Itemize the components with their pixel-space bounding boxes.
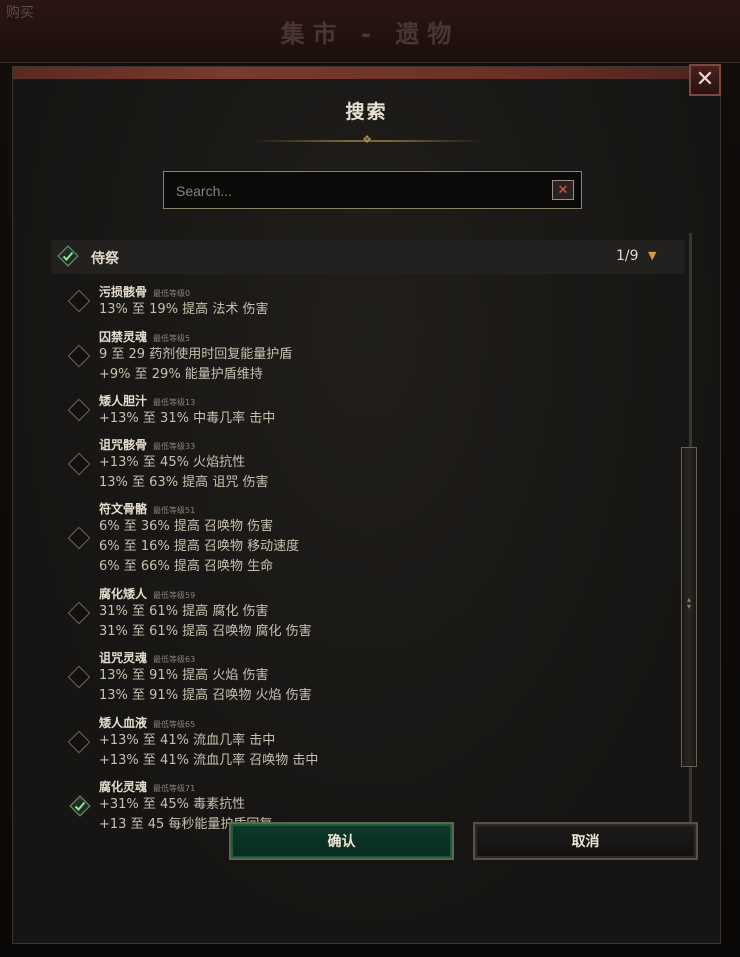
- chevron-down-icon[interactable]: ▼: [648, 249, 660, 263]
- list-item[interactable]: 符文骨骼 最低等级51 6% 至 36% 提高 召唤物 伤害 6% 至 16% 提高 …: [65, 500, 665, 576]
- search-input[interactable]: [174, 172, 548, 210]
- checkbox-icon[interactable]: [67, 730, 91, 754]
- item-name-text: 符文骨骼: [99, 502, 148, 516]
- scroll-grip-icon: ▴ ▾: [686, 595, 691, 611]
- item-name-text: 污损骸骨: [99, 285, 148, 299]
- item-modifier: 6% 至 16% 提高 召唤物 移动速度: [99, 539, 300, 554]
- list-item[interactable]: 诅咒骸骨 最低等级33 +13% 至 45% 火焰抗性 13% 至 63% 提高 诅咒…: [65, 436, 665, 492]
- item-modifier: +13% 至 41% 流血几率 击中: [99, 733, 276, 748]
- item-min-level: 最低等级33: [153, 442, 196, 451]
- item-modifier: 13% 至 19% 提高 法术 伤害: [99, 302, 269, 317]
- item-min-level: 最低等级51: [153, 506, 196, 515]
- item-min-level: 最低等级13: [153, 398, 196, 407]
- item-min-level: 最低等级65: [153, 720, 196, 729]
- modal-title: 搜索: [345, 101, 388, 123]
- item-min-level: 最低等级71: [153, 784, 196, 793]
- search-modal: 搜索 ❖ ✕ 侍祭 1/9 ▼ 污损骸骨最低等级0 13% 至 19% 提高 法术…: [12, 66, 721, 944]
- close-button[interactable]: ✕: [689, 64, 721, 96]
- item-modifier: 13% 至 91% 提高 火焰 伤害: [99, 668, 269, 683]
- item-min-level: 最低等级59: [153, 591, 196, 600]
- checkbox-icon[interactable]: [67, 601, 91, 625]
- confirm-button-label: 确认: [327, 834, 356, 850]
- item-modifier: 31% 至 61% 提高 召唤物 腐化 伤害: [99, 624, 312, 639]
- item-min-level: 最低等级0: [153, 289, 191, 298]
- category-count: 1/9: [616, 248, 639, 264]
- category-checkbox-checked-icon[interactable]: [57, 245, 79, 267]
- item-modifier: 6% 至 66% 提高 召唤物 生命: [99, 559, 274, 574]
- close-icon: ✕: [695, 67, 715, 92]
- ornament-icon: ❖: [362, 133, 372, 146]
- item-min-level: 最低等级63: [153, 655, 196, 664]
- list-item[interactable]: 囚禁灵魂 最低等级5 9 至 29 药剂使用时回复能量护盾 +9% 至 29% 能量护…: [65, 328, 665, 384]
- checkbox-icon[interactable]: [67, 452, 91, 476]
- checkbox-icon[interactable]: [67, 398, 91, 422]
- item-modifier: +13% 至 31% 中毒几率 击中: [99, 411, 276, 426]
- list-item[interactable]: 诅咒灵魂 最低等级63 13% 至 91% 提高 火焰 伤害 13% 至 91% 提高…: [65, 649, 665, 705]
- clear-icon: ✕: [557, 182, 569, 198]
- item-name-text: 腐化灵魂: [99, 780, 148, 794]
- item-modifier: +13% 至 45% 火焰抗性: [99, 455, 246, 470]
- checkbox-checked-icon[interactable]: [69, 795, 91, 817]
- list-item[interactable]: 矮人血液 最低等级65 +13% 至 41% 流血几率 击中 +13% 至 41% 流…: [65, 714, 665, 770]
- clear-search-button[interactable]: ✕: [552, 180, 574, 200]
- list-item[interactable]: 矮人胆汁 最低等级13 +13% 至 31% 中毒几率 击中: [65, 392, 665, 428]
- item-name-text: 矮人血液: [99, 716, 148, 730]
- checkbox-icon[interactable]: [67, 289, 91, 313]
- background-title: 集市 - 遗物: [280, 20, 460, 48]
- item-modifier: +13% 至 41% 流血几率 召唤物 击中: [99, 753, 319, 768]
- item-modifier: 13% 至 91% 提高 召唤物 火焰 伤害: [99, 688, 312, 703]
- scrollbar-thumb[interactable]: ▴ ▾: [681, 447, 697, 767]
- item-name-text: 诅咒骸骨: [99, 438, 148, 452]
- item-min-level: 最低等级5: [153, 334, 191, 343]
- checkbox-icon[interactable]: [67, 526, 91, 550]
- checkbox-icon[interactable]: [67, 344, 91, 368]
- list-item[interactable]: 污损骸骨 最低等级0 13% 至 19% 提高 法术 伤害: [65, 283, 665, 319]
- item-modifier: 13% 至 63% 提高 诅咒 伤害: [99, 475, 269, 490]
- list-item[interactable]: 腐化矮人 最低等级59 31% 至 61% 提高 腐化 伤害 31% 至 61% 提高…: [65, 585, 665, 641]
- category-row-acolyte[interactable]: 侍祭 1/9 ▼: [51, 240, 685, 274]
- search-box: ✕: [163, 171, 582, 210]
- item-name-text: 腐化矮人: [99, 587, 148, 601]
- item-name-text: 囚禁灵魂: [99, 330, 148, 344]
- page: 购买 集市 - 遗物 搜索 ❖ ✕ 侍祭 1/9 ▼ 污损骸骨最低等级0 13% …: [0, 0, 740, 957]
- item-modifier: 9 至 29 药剂使用时回复能量护盾: [99, 347, 293, 362]
- item-name-text: 矮人胆汁: [99, 394, 148, 408]
- confirm-button[interactable]: 确认: [229, 822, 454, 860]
- item-name-text: 诅咒灵魂: [99, 651, 148, 665]
- background-header: 购买 集市 - 遗物: [0, 0, 740, 63]
- cancel-button-label: 取消: [571, 834, 600, 850]
- item-modifier: 6% 至 36% 提高 召唤物 伤害: [99, 519, 274, 534]
- category-label: 侍祭: [91, 251, 119, 267]
- item-modifier: 31% 至 61% 提高 腐化 伤害: [99, 604, 269, 619]
- item-modifier: +9% 至 29% 能量护盾维持: [99, 367, 263, 382]
- item-modifier: +31% 至 45% 毒素抗性: [99, 797, 246, 812]
- modal-top-border: [13, 67, 720, 80]
- item-list: 污损骸骨 最低等级0 13% 至 19% 提高 法术 伤害 囚禁灵魂 最低等级5 9 至 …: [65, 283, 665, 843]
- cancel-button[interactable]: 取消: [473, 822, 698, 860]
- checkbox-icon[interactable]: [67, 665, 91, 689]
